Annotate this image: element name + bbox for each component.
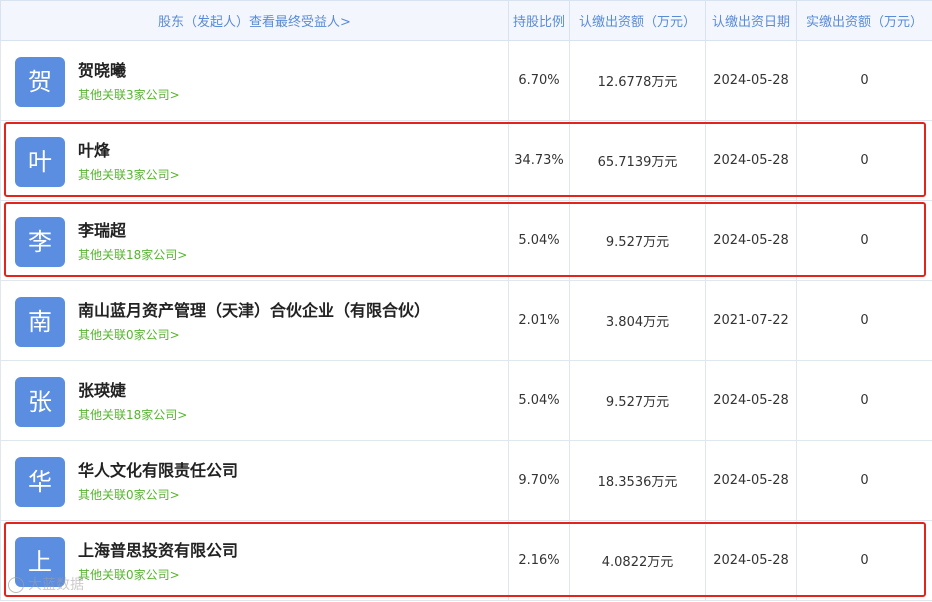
- table-row: 贺贺晓曦 其他关联3家公司> 6.70% 12.6778万元 2024-05-28 0: [0, 40, 932, 121]
- subscribed-date-cell: 2024-05-28: [705, 520, 797, 601]
- shareholder-avatar: 上: [15, 537, 65, 587]
- shareholder-avatar: 华: [15, 457, 65, 507]
- subscribed-amount-cell: 9.527万元: [569, 200, 706, 281]
- shareholder-name[interactable]: 上海普思投资有限公司: [78, 537, 238, 561]
- paid-amount-cell: 0: [796, 280, 932, 361]
- ratio-cell: 5.04%: [508, 200, 570, 281]
- paid-amount-cell: 0: [796, 440, 932, 521]
- paid-amount-cell: 0: [796, 40, 932, 121]
- shareholder-cell: 张张瑛婕其他关联18家公司>: [0, 360, 509, 441]
- paid-amount-cell: 0: [796, 520, 932, 601]
- ratio-cell: 9.70%: [508, 440, 570, 521]
- shareholder-name[interactable]: 华人文化有限责任公司: [78, 457, 238, 481]
- shareholder-table: 股东（发起人）查看最终受益人> 持股比例 认缴出资额（万元） 认缴出资日期 实缴…: [0, 0, 932, 601]
- shareholder-cell: 李李瑞超其他关联18家公司>: [0, 200, 509, 281]
- subscribed-date-cell: 2024-05-28: [705, 200, 797, 281]
- table-row: 华华人文化有限责任公司 其他关联0家公司> 9.70% 18.3536万元 2024-0…: [0, 440, 932, 521]
- table-row: 上上海普思投资有限公司 其他关联0家公司> 2.16% 4.0822万元 2024-05…: [0, 520, 932, 601]
- paid-amount-cell: 0: [796, 360, 932, 441]
- ratio-cell: 6.70%: [508, 40, 570, 121]
- shareholder-cell: 华华人文化有限责任公司其他关联0家公司>: [0, 440, 509, 521]
- shareholder-name[interactable]: 李瑞超: [78, 217, 126, 241]
- paid-amount-cell: 0: [796, 120, 932, 201]
- subscribed-date-cell: 2024-05-28: [705, 360, 797, 441]
- header-shareholder[interactable]: 股东（发起人）查看最终受益人>: [0, 0, 509, 41]
- table-row: 李李瑞超 其他关联18家公司> 5.04% 9.527万元 2024-05-28 0: [0, 200, 932, 281]
- subscribed-date-cell: 2024-05-28: [705, 40, 797, 121]
- table-header-row: 股东（发起人）查看最终受益人> 持股比例 认缴出资额（万元） 认缴出资日期 实缴…: [0, 0, 932, 41]
- related-companies-link[interactable]: 其他关联18家公司>: [78, 246, 187, 263]
- shareholder-avatar: 南: [15, 297, 65, 347]
- subscribed-amount-cell: 12.6778万元: [569, 40, 706, 121]
- shareholder-cell: 南南山蓝月资产管理（天津）合伙企业（有限合伙） 其他关联0家公司>: [0, 280, 509, 361]
- subscribed-date-cell: 2021-07-22: [705, 280, 797, 361]
- table-row: 叶叶烽 其他关联3家公司> 34.73% 65.7139万元 2024-05-28 0: [0, 120, 932, 201]
- shareholder-cell: 上上海普思投资有限公司其他关联0家公司>: [0, 520, 509, 601]
- subscribed-amount-cell: 4.0822万元: [569, 520, 706, 601]
- ratio-cell: 5.04%: [508, 360, 570, 441]
- shareholder-avatar: 张: [15, 377, 65, 427]
- header-subscribed-amount: 认缴出资额（万元）: [569, 0, 706, 41]
- related-companies-link[interactable]: 其他关联3家公司>: [78, 166, 180, 183]
- related-companies-link[interactable]: 其他关联0家公司>: [78, 326, 180, 343]
- subscribed-date-cell: 2024-05-28: [705, 120, 797, 201]
- shareholder-cell: 叶叶烽其他关联3家公司>: [0, 120, 509, 201]
- shareholder-name[interactable]: 叶烽: [78, 137, 110, 161]
- shareholder-avatar: 叶: [15, 137, 65, 187]
- shareholder-name[interactable]: 张瑛婕: [78, 377, 126, 401]
- shareholder-cell: 贺贺晓曦其他关联3家公司>: [0, 40, 509, 121]
- ratio-cell: 2.16%: [508, 520, 570, 601]
- subscribed-amount-cell: 3.804万元: [569, 280, 706, 361]
- ratio-cell: 34.73%: [508, 120, 570, 201]
- related-companies-link[interactable]: 其他关联3家公司>: [78, 86, 180, 103]
- paid-amount-cell: 0: [796, 200, 932, 281]
- table-row: 南南山蓝月资产管理（天津）合伙企业（有限合伙） 其他关联0家公司> 2.01% 3.8…: [0, 280, 932, 361]
- related-companies-link[interactable]: 其他关联0家公司>: [78, 566, 180, 583]
- header-subscribed-date: 认缴出资日期: [705, 0, 797, 41]
- subscribed-amount-cell: 18.3536万元: [569, 440, 706, 521]
- header-paid-amount: 实缴出资额（万元）: [796, 0, 932, 41]
- subscribed-amount-cell: 65.7139万元: [569, 120, 706, 201]
- related-companies-link[interactable]: 其他关联0家公司>: [78, 486, 180, 503]
- header-ratio: 持股比例: [508, 0, 570, 41]
- subscribed-date-cell: 2024-05-28: [705, 440, 797, 521]
- table-row: 张张瑛婕 其他关联18家公司> 5.04% 9.527万元 2024-05-28 0: [0, 360, 932, 441]
- shareholder-avatar: 李: [15, 217, 65, 267]
- ratio-cell: 2.01%: [508, 280, 570, 361]
- shareholder-avatar: 贺: [15, 57, 65, 107]
- shareholder-name[interactable]: 贺晓曦: [78, 57, 126, 81]
- shareholder-name[interactable]: 南山蓝月资产管理（天津）合伙企业（有限合伙）: [78, 297, 430, 321]
- related-companies-link[interactable]: 其他关联18家公司>: [78, 406, 187, 423]
- subscribed-amount-cell: 9.527万元: [569, 360, 706, 441]
